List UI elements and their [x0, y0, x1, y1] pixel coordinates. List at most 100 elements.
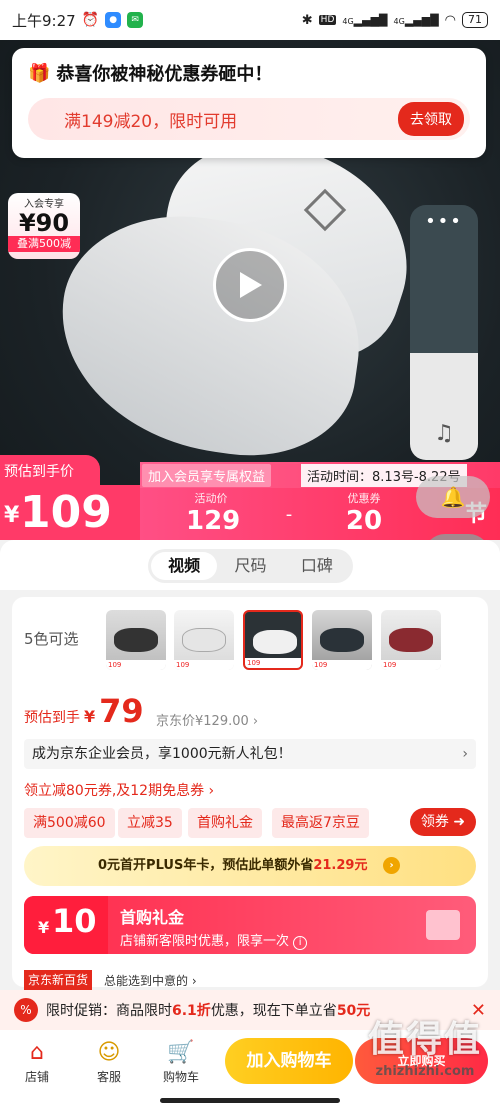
store-icon: ⌂ [30, 1040, 44, 1065]
member-promo-text: 加入会员享专属权益 [142, 463, 272, 487]
shoe-thumb-shape [182, 628, 226, 652]
store-button[interactable]: ⌂ 店铺 [12, 1038, 62, 1085]
coupon-line[interactable]: 领立减80元券,及12期免息券 › [24, 780, 214, 800]
tab-size[interactable]: 尺码 [217, 552, 283, 580]
jd-new-store-tag[interactable]: 京东新百货 [24, 970, 93, 990]
first-buy-gift-banner[interactable]: ¥ 10 首购礼金 店铺新客限时优惠，限享一次 i [24, 896, 476, 954]
estimate-price-label: 预估到手价 [0, 455, 100, 485]
main-price-value: 109 [20, 487, 112, 538]
get-coupon-button[interactable]: 领券 ➜ [410, 808, 476, 836]
member-stack-text: 叠满500减 [8, 236, 80, 252]
thumb-price-tag: 109 [106, 660, 166, 670]
chip-jd-beans[interactable]: 最高返7京豆 [272, 808, 369, 838]
estimate-label: 预估到手 [24, 710, 80, 726]
member-badge-label: 入会专享 [24, 199, 64, 210]
shoe-thumb-shape [320, 628, 364, 652]
member-badge-price: ¥90 [18, 209, 70, 237]
info-icon[interactable]: i [293, 936, 308, 950]
chip-full-reduction[interactable]: 满500减60 [24, 808, 115, 838]
watermark-url: zhizhizhi.com [375, 1064, 475, 1079]
signal-icon-2: 4G▂▄▆█ [393, 13, 439, 27]
more-dots-icon[interactable]: ••• [410, 211, 478, 232]
shoe-thumb-shape [253, 630, 297, 654]
coupon-block: 优惠券 20 [344, 490, 384, 536]
add-to-cart-button[interactable]: 加入购物车 [225, 1038, 353, 1084]
notification-bell-button[interactable]: 🔔 [416, 476, 490, 518]
customer-service-button[interactable]: ☺ 客服 [84, 1038, 134, 1085]
color-count-label: 5色可选 [24, 630, 79, 648]
coupon-line-text: 领立减80元券,及12期免息券 [24, 783, 205, 799]
percent-icon: % [14, 998, 38, 1022]
service-icon: ☺ [97, 1040, 121, 1065]
music-note-icon[interactable]: ♫ [410, 421, 478, 446]
first-buy-currency: ¥ [38, 918, 50, 937]
claim-coupon-button[interactable]: 去领取 [398, 102, 464, 136]
first-buy-title: 首购礼金 [120, 908, 185, 927]
home-indicator[interactable] [160, 1098, 340, 1103]
wifi-icon: ◠ [444, 12, 456, 28]
tab-video[interactable]: 视频 [151, 552, 218, 580]
jd-new-store-desc: 总能选到中意的 › [104, 974, 197, 988]
bell-icon: 🔔 [440, 485, 466, 509]
member-price-badge[interactable]: 入会专享 ¥90 叠满500减 [8, 193, 80, 259]
site-watermark: 值得值 zhizhizhi.com [350, 1010, 500, 1110]
floating-music-widget[interactable]: ••• ♫ [410, 205, 478, 460]
play-video-button[interactable] [213, 248, 287, 322]
promo-text-b: 优惠，现在下单立省 [210, 1003, 337, 1019]
jd-new-desc-text: 总能选到中意的 [104, 974, 189, 988]
media-tabs: 视频 尺码 口碑 [148, 549, 353, 583]
member-price-value: 90 [35, 209, 70, 237]
alarm-icon: ⏰ [81, 12, 100, 28]
service-label: 客服 [96, 1070, 121, 1084]
color-option-1[interactable]: 109 [106, 610, 166, 670]
status-bar: 上午9:27 ⏰ ● ✉ ✱ HD 4G▂▄▆█ 4G▂▄▆█ ◠ 71 [0, 0, 500, 40]
chip-instant-discount[interactable]: 立减35 [118, 808, 182, 838]
thumb-price-tag: 109 [174, 660, 234, 670]
first-buy-desc: 店铺新客限时优惠，限享一次 i [120, 930, 308, 950]
battery-icon: 71 [462, 12, 488, 28]
bluetooth-icon: ✱ [301, 12, 313, 28]
first-buy-amount-block: ¥ 10 [24, 896, 108, 954]
thumb-price-tag: 109 [312, 660, 372, 670]
plus-save-amount: 21.29元 [313, 858, 368, 873]
color-option-4[interactable]: 109 [312, 610, 372, 670]
jd-price-text: 京东价¥129.00 [156, 714, 249, 729]
cart-button[interactable]: 🛒 购物车 [156, 1038, 206, 1085]
promo-text-a: 限时促销：商品限时 [46, 1003, 172, 1019]
jd-price[interactable]: 京东价¥129.00 › [156, 710, 258, 729]
color-option-2[interactable]: 109 [174, 610, 234, 670]
coupon-popup[interactable]: 🎁 恭喜你被神秘优惠券砸中！ 满149减20，限时可用 去领取 [12, 48, 486, 158]
cart-icon: 🛒 [167, 1040, 195, 1065]
minus-sign: - [285, 504, 293, 525]
coupon-title-text: 恭喜你被神秘优惠券砸中！ [56, 64, 273, 85]
tab-reviews[interactable]: 口碑 [284, 552, 350, 580]
status-time: 上午9:27 [12, 11, 76, 30]
estimate-price-row: 预估到手 ¥ 79 [24, 692, 144, 730]
activity-price-block: 活动价 129 [186, 490, 240, 536]
first-buy-amount: 10 [52, 902, 97, 940]
chip-first-buy-gift[interactable]: 首购礼金 [188, 808, 262, 838]
chevron-right-icon: › [462, 746, 468, 762]
coupon-offer-text: 满149减20，限时可用 [64, 111, 238, 132]
color-option-5[interactable]: 109 [381, 610, 441, 670]
gift-icon: 🎁 [28, 62, 51, 84]
plus-card-banner[interactable]: 0元首开PLUS年卡，预估此单额外省21.29元 › [24, 846, 476, 886]
main-price: ¥ 109 [0, 485, 140, 540]
main-price-currency: ¥ [4, 503, 20, 528]
coupon-popup-title: 🎁 恭喜你被神秘优惠券砸中！ [28, 60, 470, 86]
app-notification-icon: ● [105, 12, 122, 28]
color-option-3[interactable]: 109 [243, 610, 303, 670]
first-buy-desc-text: 店铺新客限时优惠，限享一次 [120, 934, 290, 949]
get-coupon-label: 领券 [420, 814, 449, 830]
wechat-icon: ✉ [127, 12, 144, 28]
coupon-offer-bar[interactable]: 满149减20，限时可用 去领取 [28, 98, 470, 140]
coupon-value: 20 [345, 506, 383, 536]
enterprise-member-banner[interactable]: 成为京东企业会员，享1000元新人礼包！ › [24, 739, 476, 769]
coupon-label: 优惠券 [347, 492, 381, 505]
network-label-1: 4G [342, 16, 354, 26]
store-label: 店铺 [24, 1070, 49, 1084]
arrow-right-icon: › [383, 857, 400, 874]
plus-text: 0元首开PLUS年卡，预估此单额外省 [98, 858, 314, 873]
watermark-logo: 值得值 [367, 1019, 482, 1060]
thumb-price-tag: 109 [245, 658, 301, 668]
